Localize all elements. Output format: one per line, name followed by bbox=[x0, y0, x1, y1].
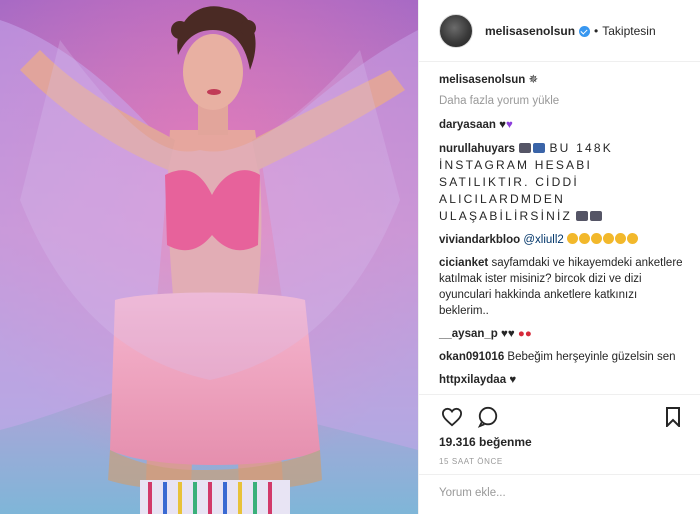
comment-username[interactable]: viviandarkbloo bbox=[439, 234, 520, 246]
comment-list: melisasenolsun ✵ Daha fazla yorum yükle … bbox=[419, 64, 700, 394]
comment-username[interactable]: nurullahuyars bbox=[439, 143, 515, 155]
comment-username[interactable]: okan091016 bbox=[439, 351, 504, 363]
comment-text: Bebeğim herşeyinle güzelsin sen bbox=[507, 351, 676, 363]
comment-username[interactable]: httpxilaydaa bbox=[439, 374, 506, 386]
comment-text: ♥ bbox=[499, 119, 506, 131]
crying-face-icon bbox=[567, 233, 579, 244]
avatar[interactable] bbox=[439, 13, 473, 48]
post-sidebar: melisasenolsun • Takiptesin melisasenols… bbox=[418, 0, 700, 514]
header-separator: • bbox=[594, 23, 599, 38]
post-header: melisasenolsun • Takiptesin bbox=[419, 0, 700, 62]
crying-face-icon bbox=[627, 233, 639, 244]
follow-status[interactable]: Takiptesin bbox=[602, 24, 655, 38]
add-comment-input[interactable]: Yorum ekle... bbox=[419, 474, 700, 514]
bookmark-icon[interactable] bbox=[660, 404, 686, 430]
crying-face-icon bbox=[603, 233, 615, 244]
post-photo[interactable] bbox=[0, 0, 418, 514]
comment-mention[interactable]: @xliull2 bbox=[523, 234, 563, 246]
list-item: viviandarkbloo @xliull2 bbox=[439, 232, 686, 248]
bus-emoji-icon bbox=[533, 143, 546, 153]
post-actions: 19.316 beğenme 15 SAAT ÖNCE bbox=[419, 394, 700, 466]
comment-text: ♥♥ bbox=[501, 328, 515, 340]
lips-icon: ●● bbox=[517, 328, 532, 340]
comment-username[interactable]: cicianket bbox=[439, 257, 488, 269]
crying-face-icon bbox=[615, 233, 627, 244]
likes-count[interactable]: 19.316 beğenme bbox=[439, 435, 686, 449]
post-photo-illustration bbox=[0, 0, 418, 514]
heart-icon[interactable] bbox=[439, 404, 465, 430]
comment-username[interactable]: daryasaan bbox=[439, 119, 496, 131]
crying-face-icon bbox=[591, 233, 603, 244]
timestamp: 15 SAAT ÖNCE bbox=[439, 457, 503, 466]
load-more-comments-link[interactable]: Daha fazla yorum yükle bbox=[439, 95, 686, 107]
crying-face-icon bbox=[579, 233, 591, 244]
author-username[interactable]: melisasenolsun bbox=[485, 24, 575, 38]
list-item: daryasaan ♥♥ bbox=[439, 117, 686, 133]
list-item: nurullahuyars BU 148K İNSTAGRAM HESABI S… bbox=[439, 140, 686, 225]
list-item: cicianket sayfamdaki ve hikayemdeki anke… bbox=[439, 255, 686, 319]
caption-username[interactable]: melisasenolsun bbox=[439, 74, 525, 86]
comment-icon[interactable] bbox=[475, 404, 501, 430]
list-item: __aysan_p ♥♥ ●● bbox=[439, 326, 686, 342]
camera-emoji-icon bbox=[519, 143, 532, 153]
laptop-emoji-icon bbox=[576, 211, 589, 221]
caption: melisasenolsun ✵ bbox=[439, 72, 686, 88]
comment-username[interactable]: __aysan_p bbox=[439, 328, 498, 340]
verified-icon bbox=[579, 26, 591, 37]
camera-emoji-icon bbox=[590, 211, 603, 221]
list-item: httpxilaydaa ♥ bbox=[439, 372, 686, 388]
list-item: okan091016 Bebeğim herşeyinle güzelsin s… bbox=[439, 349, 686, 365]
caption-emoji: ✵ bbox=[528, 74, 539, 86]
comment-text: ♥ bbox=[509, 374, 517, 386]
purple-heart-icon: ♥ bbox=[505, 119, 513, 131]
